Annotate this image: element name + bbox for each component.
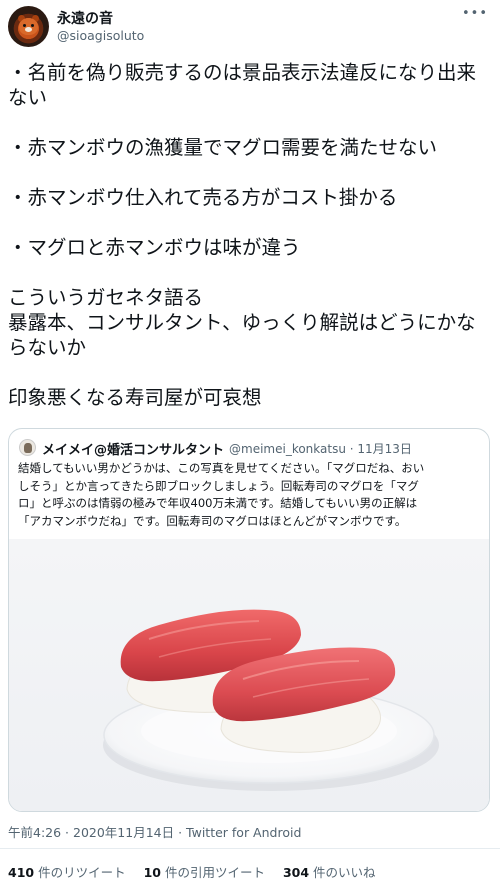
- tweet-line: [8, 160, 492, 185]
- tweet-line: ・赤マンボウの漁獲量でマグロ需要を満たせない: [8, 136, 438, 159]
- tweet-line: 印象悪くなる寿司屋が可哀想: [8, 386, 262, 409]
- tweet-line: [8, 110, 492, 135]
- quoted-tweet[interactable]: メイメイ@婚活コンサルタント @meimei_konkatsu · 11月13日…: [8, 428, 490, 812]
- tweet-line: 暴露本、コンサルタント、ゆっくり解説はどうにかな: [8, 311, 476, 334]
- quote-count[interactable]: 10 件の引用ツイート: [144, 862, 265, 881]
- more-options-icon[interactable]: •••: [462, 6, 488, 21]
- tweet-timestamp[interactable]: 午前4:26 · 2020年11月14日 · Twitter for Andro…: [8, 822, 301, 841]
- quoted-line: 「アカマンボウだね」です。回転寿司のマグロはほとんどがマンボウです。: [18, 513, 407, 528]
- quoted-author-name: メイメイ@婚活コンサルタント: [42, 443, 225, 458]
- sushi-photo[interactable]: [9, 539, 489, 811]
- tweet-line: [8, 260, 492, 285]
- tweet-line: らないか: [8, 336, 87, 359]
- sushi-illustration: [103, 609, 439, 791]
- retweet-label: 件のリツイート: [34, 865, 126, 880]
- divider: [0, 848, 500, 849]
- tweet-line: こういうガセネタ語る: [8, 286, 204, 309]
- quoted-avatar: [19, 439, 36, 456]
- avatar-snout: [25, 27, 32, 32]
- author-name[interactable]: 永遠の音: [57, 8, 113, 28]
- quote-label: 件の引用ツイート: [160, 865, 265, 880]
- tweet-line: ・名前を偽り販売するのは景品表示法違反になり出来: [8, 61, 477, 84]
- avatar[interactable]: [8, 6, 49, 47]
- like-number: 304: [282, 865, 310, 880]
- like-count[interactable]: 304 件のいいね: [283, 862, 376, 881]
- tweet-body: ・名前を偽り販売するのは景品表示法違反になり出来 ない ・赤マンボウの漁獲量でマ…: [8, 60, 492, 410]
- retweet-count[interactable]: 410 件のリツイート: [8, 862, 126, 881]
- like-label: 件のいいね: [309, 865, 376, 880]
- quote-number: 10: [143, 865, 161, 880]
- quoted-line: ロ」と呼ぶのは情弱の極みで年収400万未満です。結婚してもいい男の正解は: [18, 496, 418, 510]
- tweet-stats: 410 件のリツイート 10 件の引用ツイート 304 件のいいね: [8, 862, 390, 881]
- tweet-line: ない: [8, 86, 48, 109]
- quoted-handle-date: @meimei_konkatsu · 11月13日: [229, 442, 412, 456]
- quoted-line: しそう」とか言ってきたら即ブロックしましょう。回転寿司のマグロを「マグ: [18, 478, 419, 493]
- author-handle[interactable]: @sioagisoluto: [57, 28, 144, 43]
- tweet-line: ・マグロと赤マンボウは味が違う: [8, 236, 301, 259]
- tweet-header: 永遠の音 @sioagisoluto •••: [8, 6, 492, 50]
- quoted-text: 結婚してもいい男かどうかは、この写真を見せてください。「マグロだね、おい しそう…: [18, 460, 480, 530]
- quoted-line: 結婚してもいい男かどうかは、この写真を見せてください。「マグロだね、おい: [18, 461, 425, 475]
- tweet-line: ・赤マンボウ仕入れて売る方がコスト掛かる: [8, 186, 398, 209]
- tweet-line: [8, 210, 492, 235]
- tweet-line: [8, 360, 492, 385]
- retweet-number: 410: [8, 865, 35, 880]
- avatar-eye: [31, 24, 34, 27]
